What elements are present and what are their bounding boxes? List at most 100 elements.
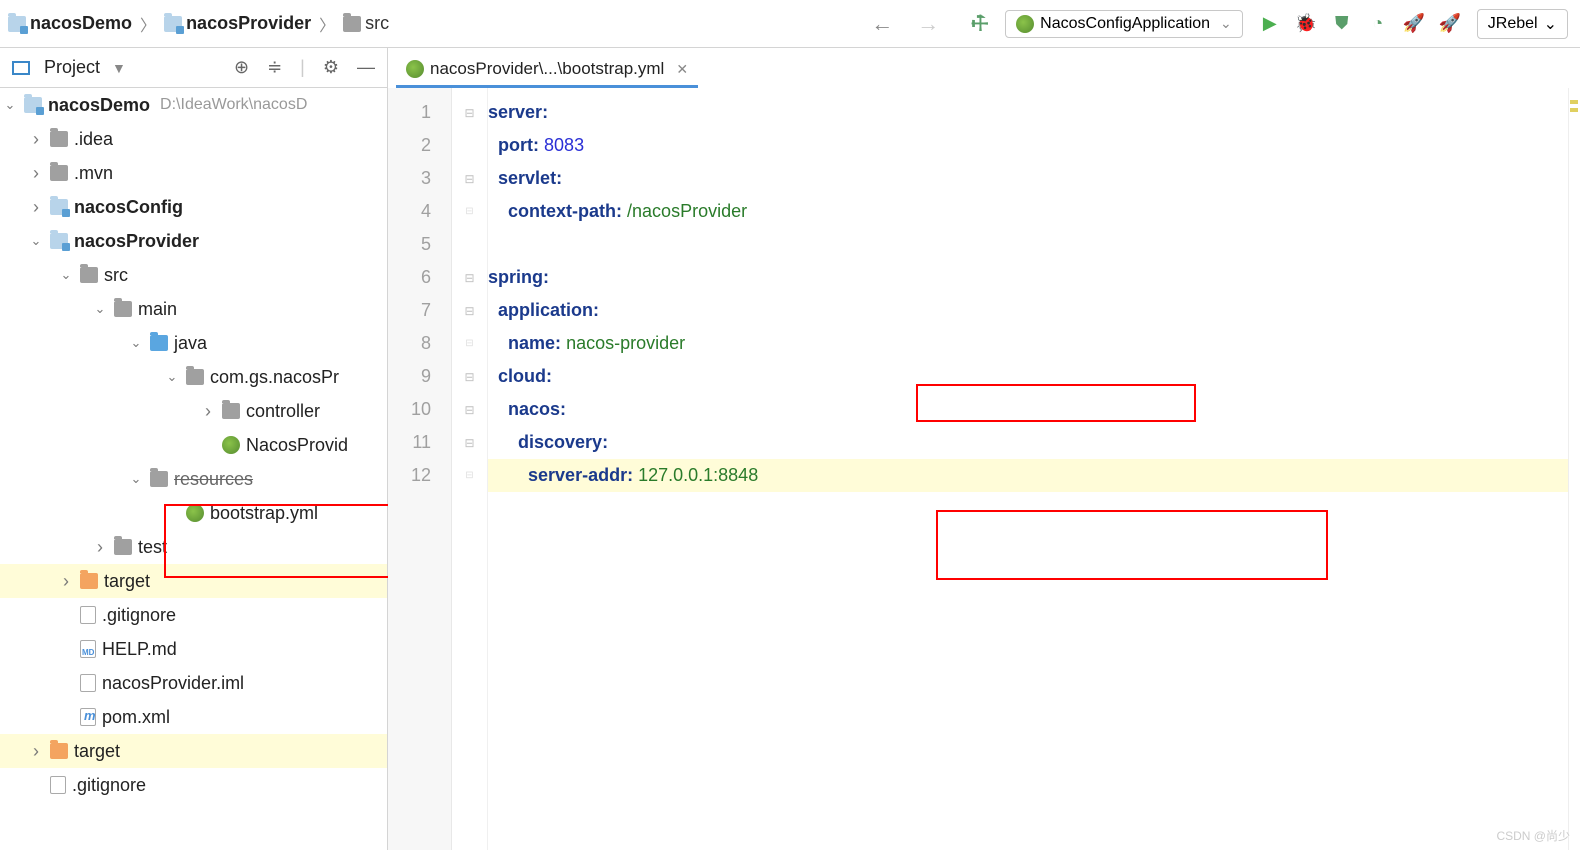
tree-row[interactable]: com.gs.nacosPr xyxy=(0,360,387,394)
project-icon xyxy=(12,61,30,75)
jrebel-debug-icon[interactable]: 🚀 xyxy=(1439,13,1461,35)
tree-row[interactable]: .idea xyxy=(0,122,387,156)
tree-label: NacosProvid xyxy=(246,435,348,456)
nav-arrows: ← → xyxy=(863,7,947,41)
tree-path: D:\IdeaWork\nacosD xyxy=(160,96,307,114)
profile-button[interactable]: ◔ xyxy=(1367,13,1389,35)
tree-row-root[interactable]: nacosDemo D:\IdeaWork\nacosD xyxy=(0,88,387,122)
tree-label: resources xyxy=(174,469,253,490)
folder-icon xyxy=(80,573,98,589)
editor-area: nacosProvider\...\bootstrap.yml ✕ 1234 5… xyxy=(388,48,1580,850)
tree-row[interactable]: .gitignore xyxy=(0,768,387,802)
crumb-label: nacosProvider xyxy=(186,13,311,34)
tree-row[interactable]: target xyxy=(0,734,387,768)
gear-icon[interactable]: ⚙ xyxy=(323,57,339,78)
code-editor[interactable]: 1234 5678 9101112 server: port: 8083 ser… xyxy=(388,88,1580,850)
coverage-button[interactable]: ⛊ xyxy=(1331,13,1353,35)
run-button[interactable]: ▶ xyxy=(1259,13,1281,35)
project-tree[interactable]: nacosDemo D:\IdeaWork\nacosD .idea .mvn n… xyxy=(0,88,387,850)
tree-row[interactable]: java xyxy=(0,326,387,360)
folder-icon xyxy=(80,267,98,283)
tree-row[interactable]: test xyxy=(0,530,387,564)
tree-label: .gitignore xyxy=(102,605,176,626)
crumb-module[interactable]: nacosProvider xyxy=(160,11,315,36)
folder-icon xyxy=(150,471,168,487)
tree-label: nacosProvider xyxy=(74,231,199,252)
tree-label: test xyxy=(138,537,167,558)
tree-row[interactable]: NacosProvid xyxy=(0,428,387,462)
line-number-gutter: 1234 5678 9101112 xyxy=(388,88,452,850)
tree-label: .mvn xyxy=(74,163,113,184)
editor-scrollbar[interactable] xyxy=(1568,88,1580,850)
run-config-selector[interactable]: NacosConfigApplication ⌄ xyxy=(1005,10,1243,38)
tool-window-header: Project ▼ ⊕ ≑ | ⚙ — xyxy=(0,48,387,88)
tree-label: .idea xyxy=(74,129,113,150)
breadcrumb: nacosDemo 〉 nacosProvider 〉 src xyxy=(4,11,393,36)
expand-all-icon[interactable]: ≑ xyxy=(267,57,282,78)
spring-boot-icon xyxy=(222,436,240,454)
build-hammer-icon[interactable]: ⚒ xyxy=(965,8,995,38)
file-icon xyxy=(80,606,96,624)
crumb-src[interactable]: src xyxy=(339,11,393,36)
editor-tab[interactable]: nacosProvider\...\bootstrap.yml ✕ xyxy=(396,53,698,88)
folder-icon xyxy=(8,16,26,32)
folder-icon xyxy=(150,335,168,351)
maven-icon xyxy=(80,708,96,726)
tree-label: main xyxy=(138,299,177,320)
folder-icon xyxy=(50,743,68,759)
crumb-root[interactable]: nacosDemo xyxy=(4,11,136,36)
editor-tabs: nacosProvider\...\bootstrap.yml ✕ xyxy=(388,48,1580,88)
project-tool-window: Project ▼ ⊕ ≑ | ⚙ — nacosDemo D:\IdeaWork… xyxy=(0,48,388,850)
tree-label: com.gs.nacosPr xyxy=(210,367,339,388)
yml-icon xyxy=(186,504,204,522)
package-icon xyxy=(186,369,204,385)
tree-label: .gitignore xyxy=(72,775,146,796)
markdown-icon xyxy=(80,640,96,658)
tree-row[interactable]: main xyxy=(0,292,387,326)
package-icon xyxy=(222,403,240,419)
nav-forward-button[interactable]: → xyxy=(909,7,947,41)
code-lines[interactable]: server: port: 8083 servlet: context-path… xyxy=(488,88,1580,850)
hide-button[interactable]: — xyxy=(357,57,375,78)
tree-row[interactable]: HELP.md xyxy=(0,632,387,666)
tree-label: pom.xml xyxy=(102,707,170,728)
folder-icon xyxy=(343,16,361,32)
nav-back-button[interactable]: ← xyxy=(863,7,901,41)
tree-label: target xyxy=(104,571,150,592)
tab-label: nacosProvider\...\bootstrap.yml xyxy=(430,59,664,79)
folder-icon xyxy=(164,16,182,32)
tree-row[interactable]: pom.xml xyxy=(0,700,387,734)
chevron-down-icon: ⌄ xyxy=(1220,15,1232,32)
tree-label: HELP.md xyxy=(102,639,177,660)
crumb-label: nacosDemo xyxy=(30,13,132,34)
tree-row[interactable]: src xyxy=(0,258,387,292)
tree-row[interactable]: nacosProvider xyxy=(0,224,387,258)
debug-button[interactable]: 🐞 xyxy=(1295,13,1317,35)
tool-window-title: Project xyxy=(44,57,100,78)
tree-row[interactable]: .gitignore xyxy=(0,598,387,632)
crumb-label: src xyxy=(365,13,389,34)
tree-row[interactable]: resources xyxy=(0,462,387,496)
jrebel-run-icon[interactable]: 🚀 xyxy=(1403,13,1425,35)
jrebel-selector[interactable]: JRebel ⌄ xyxy=(1477,9,1568,39)
tree-row[interactable]: target xyxy=(0,564,387,598)
tree-row[interactable]: nacosProvider.iml xyxy=(0,666,387,700)
tree-row[interactable]: bootstrap.yml xyxy=(0,496,387,530)
file-icon xyxy=(80,674,96,692)
fold-gutter[interactable] xyxy=(452,88,488,850)
tree-label: nacosConfig xyxy=(74,197,183,218)
tree-row[interactable]: .mvn xyxy=(0,156,387,190)
tree-label: controller xyxy=(246,401,320,422)
chevron-right-icon: 〉 xyxy=(319,12,335,36)
folder-icon xyxy=(50,199,68,215)
watermark: CSDN @尚少 xyxy=(1496,827,1570,844)
tree-label: nacosDemo xyxy=(48,95,150,116)
tree-row[interactable]: controller xyxy=(0,394,387,428)
run-toolbar-buttons: ▶ 🐞 ⛊ ◔ 🚀 🚀 xyxy=(1259,13,1461,35)
tree-row[interactable]: nacosConfig xyxy=(0,190,387,224)
close-icon[interactable]: ✕ xyxy=(676,61,688,78)
folder-icon xyxy=(50,131,68,147)
select-opened-file-icon[interactable]: ⊕ xyxy=(234,57,249,78)
tree-label: bootstrap.yml xyxy=(210,503,318,524)
chevron-down-icon[interactable]: ▼ xyxy=(112,60,126,76)
